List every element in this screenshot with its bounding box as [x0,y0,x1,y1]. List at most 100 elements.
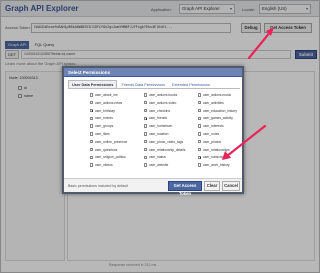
permission-user-religion-politics[interactable]: user_religion_politics [90,155,126,160]
permission-user-website[interactable]: user_website [144,163,168,168]
checkbox-icon [198,147,202,152]
permission-label: user_relationship_details [148,147,186,152]
checkbox-icon [198,100,202,105]
permission-user-location[interactable]: user_location [144,132,169,137]
permission-user-activities[interactable]: user_activities [198,101,224,106]
permission-label: user_status [148,155,166,160]
footer-note: Basic permissions included by default [68,184,128,188]
checkbox-icon [144,108,148,113]
checked-checkbox-icon [198,155,202,160]
select-permissions-dialog: Select Permissions User Data Permissions… [62,66,244,196]
permissions-grid: user_about_me user_actions.news user_birth… [68,88,240,176]
permission-tabs: User Data Permissions Friends Data Permi… [68,80,213,88]
permission-user-actions-music[interactable]: user_actions.music [198,93,231,98]
checkbox-icon [90,163,94,167]
permission-user-about-me[interactable]: user_about_me [90,93,118,98]
permission-label: user_notes [202,132,220,136]
permission-label: user_religion_politics [94,155,126,160]
dialog-footer: Basic permissions included by default Ge… [64,178,242,196]
checkbox-icon [198,163,202,167]
checkbox-icon [90,124,94,128]
permission-user-events[interactable]: user_events [90,116,113,121]
permission-label: user_actions.music [202,93,232,97]
permission-label: user_checkins [148,108,170,113]
get-access-token-dialog-button[interactable]: Get Access Token [168,181,202,196]
permission-user-friends[interactable]: user_friends [144,116,167,121]
permission-user-likes[interactable]: user_likes [90,132,110,137]
permission-user-relationship-details[interactable]: user_relationship_details [144,148,185,153]
permission-label: user_work_history [202,163,230,168]
permission-user-games-activity[interactable]: user_games_activity [198,116,233,121]
checkbox-icon [144,147,148,152]
permission-label: user_games_activity [202,116,233,121]
permission-label: user_likes [94,132,110,136]
checkbox-icon [144,124,148,128]
checkbox-icon [198,132,202,136]
permission-label: user_birthday [94,108,115,113]
permission-label: user_interests [202,124,224,129]
checkbox-icon [90,147,94,152]
permission-user-checkins[interactable]: user_checkins [144,109,170,114]
checkbox-icon [90,139,94,144]
dialog-title: Select Permissions [64,68,242,77]
checkbox-icon [198,124,202,128]
checkbox-icon [198,139,202,144]
permission-user-education-history[interactable]: user_education_history [198,109,237,114]
permission-user-actions-news[interactable]: user_actions.news [90,101,122,106]
checkbox-icon [144,93,148,97]
checkbox-icon [198,116,202,120]
checked-checkbox-icon [90,108,94,113]
permission-label: user_groups [94,124,114,129]
tab-user-data-permissions[interactable]: User Data Permissions [68,80,118,88]
cancel-button[interactable]: Cancel [222,181,240,191]
checkbox-icon [90,155,94,159]
clear-button[interactable]: Clear [204,181,220,191]
checkbox-icon [144,155,148,159]
permission-user-actions-video[interactable]: user_actions.video [144,101,176,106]
permission-label: user_activities [202,100,224,105]
permission-label: user_subscriptions [202,155,231,160]
permission-label: user_photos [202,139,222,144]
permission-label: user_relationships [202,147,230,152]
checkbox-icon [90,93,94,97]
checkbox-icon [198,108,202,113]
permission-label: user_actions.books [148,93,178,97]
permission-user-work-history[interactable]: user_work_history [198,163,230,168]
checkbox-icon [90,100,94,105]
permission-user-birthday[interactable]: user_birthday [90,109,115,114]
permission-user-questions[interactable]: user_questions [90,148,117,153]
permission-label: user_videos [94,163,113,168]
checkbox-icon [90,116,94,120]
checkbox-icon [144,100,148,105]
permission-label: user_questions [94,147,118,152]
permission-label: user_website [148,163,169,168]
permission-label: user_friends [148,116,168,121]
permission-label: user_education_history [202,108,237,113]
permission-user-notes[interactable]: user_notes [198,132,219,137]
checkbox-icon [90,132,94,136]
permission-label: user_location [148,132,169,136]
checkbox-icon [144,163,148,167]
checkbox-icon [144,139,148,144]
permission-label: user_actions.news [94,100,123,105]
checkbox-icon [144,132,148,136]
permission-user-relationships[interactable]: user_relationships [198,148,230,153]
checkbox-icon [198,93,202,97]
checked-checkbox-icon [144,116,148,121]
permission-user-photo-video-tags[interactable]: user_photo_video_tags [144,140,183,145]
permission-user-actions-books[interactable]: user_actions.books [144,93,177,98]
permission-user-groups[interactable]: user_groups [90,124,113,129]
permission-user-subscriptions[interactable]: user_subscriptions [198,155,230,160]
permission-user-photos[interactable]: user_photos [198,140,221,145]
permission-label: user_hometown [148,124,173,129]
permission-user-status[interactable]: user_status [144,155,166,160]
permission-label: user_about_me [94,93,118,97]
permission-label: user_events [94,116,113,121]
permission-label: user_online_presence [94,139,128,144]
permission-label: user_photo_video_tags [148,139,184,144]
permission-user-hometown[interactable]: user_hometown [144,124,172,129]
permission-user-videos[interactable]: user_videos [90,163,113,168]
permission-label: user_actions.video [148,100,177,105]
permission-user-interests[interactable]: user_interests [198,124,224,129]
permission-user-online-presence[interactable]: user_online_presence [90,140,127,145]
